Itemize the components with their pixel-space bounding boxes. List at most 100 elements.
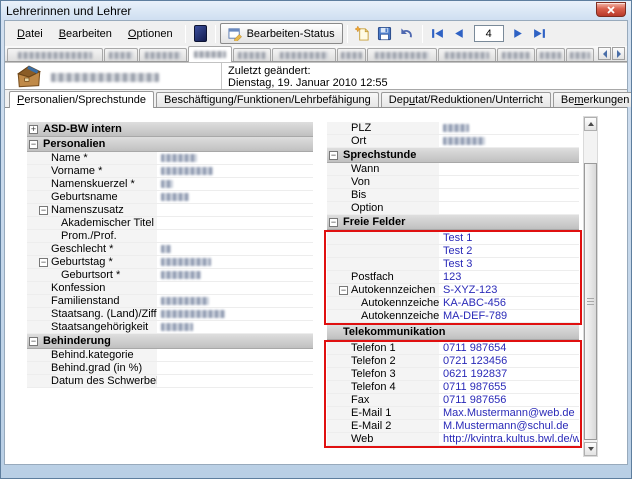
field-value[interactable]: 0621 192837 [439,368,579,380]
new-record-button[interactable] [353,24,373,44]
field-value[interactable] [157,152,313,164]
field-value[interactable] [157,295,313,307]
record-tab-blurred[interactable] [438,48,496,61]
field-value[interactable]: M.Mustermann@schul.de [439,420,579,432]
field-value[interactable] [157,321,313,333]
field-value[interactable] [157,269,313,281]
field-value[interactable] [157,243,313,255]
field-value[interactable] [157,191,313,203]
field-value[interactable] [157,308,313,320]
field-value[interactable]: S-XYZ-123 [439,284,579,296]
record-tab-blurred[interactable] [536,48,565,61]
tab-scroll-right-button[interactable] [612,47,625,60]
previous-record-button[interactable] [450,24,470,44]
title-bar[interactable]: Lehrerinnen und Lehrer [1,1,631,20]
next-record-icon [511,28,524,39]
tab-bemerkungen[interactable]: Bemerkungen [553,92,632,107]
record-tab-blurred[interactable] [497,48,535,61]
section-header-sprechstunde[interactable]: −Sprechstunde [327,148,579,163]
edit-status-button[interactable]: Bearbeiten-Status [220,23,343,44]
field-label: Staatsangehörigkeit [27,321,157,333]
field-value[interactable]: Test 3 [439,258,579,270]
next-record-button[interactable] [508,24,528,44]
tab-personalien-sprechstunde[interactable]: Personalien/Sprechstunde [9,91,154,108]
first-record-icon [431,28,444,39]
save-button[interactable] [375,24,395,44]
field-value[interactable] [157,256,313,268]
field-value[interactable]: 0711 987654 [439,342,579,354]
field-label: Autokennzeichen 3 [327,310,439,322]
record-tab-blurred[interactable] [233,48,271,61]
record-tab-blurred[interactable] [337,48,366,61]
collapse-icon[interactable]: − [339,286,348,295]
tab-beschaeftigung-funktionen-lehrbefaehigung[interactable]: Beschäftigung/Funktionen/Lehrbefähigung [156,92,379,107]
field-value[interactable] [157,165,313,177]
section-header-asd-bw[interactable]: +ASD-BW intern [27,122,313,137]
field-value[interactable]: KA-ABC-456 [439,297,579,309]
record-tab-blurred[interactable] [104,48,138,61]
collapse-icon[interactable]: − [29,140,38,149]
tab-deputat-reduktionen-unterricht[interactable]: Deputat/Reduktionen/Unterricht [381,92,551,107]
undo-button[interactable] [397,24,417,44]
record-tab-blurred[interactable] [272,48,336,61]
field-value[interactable]: Max.Mustermann@web.de [439,407,579,419]
field-value[interactable]: http://kvintra.kultus.bwl.de/wdb/ [439,433,579,445]
menu-datei[interactable]: Datei [9,24,51,44]
field-value[interactable] [157,230,313,242]
field-value[interactable] [439,189,579,201]
field-value[interactable] [157,282,313,294]
redacted-tab-label [18,52,91,59]
record-tab-blurred[interactable] [367,48,437,61]
collapse-icon[interactable]: − [39,258,48,267]
scrollbar-thumb[interactable] [584,163,597,440]
field-value[interactable] [157,204,313,216]
section-header-freie-felder[interactable]: −Freie Felder [327,215,579,230]
first-record-button[interactable] [428,24,448,44]
field-value[interactable] [439,202,579,214]
close-button[interactable] [596,2,626,17]
field-label: E-Mail 1 [327,407,439,419]
field-value[interactable]: MA-DEF-789 [439,310,579,322]
arrow-right-icon [617,50,621,58]
tab-scroll-left-button[interactable] [598,47,611,60]
section-header-behinderung[interactable]: −Behinderung [27,334,313,349]
last-record-button[interactable] [530,24,550,44]
section-header-telekommunikation[interactable]: Telekommunikation [327,325,579,340]
field-value[interactable] [157,349,313,361]
field-value[interactable] [439,122,579,134]
scroll-down-button[interactable] [584,442,597,456]
dark-panel-icon[interactable] [194,25,207,42]
field-row-option: Option [327,202,579,215]
field-value[interactable]: 0711 987655 [439,381,579,393]
collapse-icon[interactable]: − [329,151,338,160]
field-value[interactable] [157,375,313,387]
field-value[interactable] [439,163,579,175]
field-value[interactable]: Test 2 [439,245,579,257]
field-value[interactable]: 0721 123456 [439,355,579,367]
field-value[interactable]: 123 [439,271,579,283]
field-row-autokennzeichen-2: Autokennzeichen 2KA-ABC-456 [327,297,579,310]
field-value[interactable] [157,178,313,190]
record-tab-blurred[interactable] [566,48,594,61]
field-value[interactable] [439,176,579,188]
record-tab-blurred[interactable] [139,48,187,61]
scroll-up-button[interactable] [584,117,597,131]
field-value[interactable]: Test 1 [439,232,579,244]
collapse-icon[interactable]: − [329,218,338,227]
field-row-behind-grad: Behind.grad (in %) [27,362,313,375]
vertical-scrollbar[interactable] [583,116,598,457]
record-tab-blurred-selected[interactable] [188,46,232,62]
collapse-icon[interactable]: − [39,206,48,215]
record-number-input[interactable] [474,25,504,42]
field-value[interactable] [157,217,313,229]
menu-bearbeiten[interactable]: Bearbeiten [51,24,120,44]
menu-optionen[interactable]: Optionen [120,24,181,44]
collapse-icon[interactable]: − [29,337,38,346]
section-header-personalien[interactable]: −Personalien [27,137,313,152]
field-row-telefon-4: Telefon 40711 987655 [327,381,579,394]
expand-icon[interactable]: + [29,125,38,134]
field-value[interactable] [439,135,579,147]
field-value[interactable]: 0711 987656 [439,394,579,406]
field-value[interactable] [157,362,313,374]
record-tab-blurred[interactable] [7,48,103,61]
